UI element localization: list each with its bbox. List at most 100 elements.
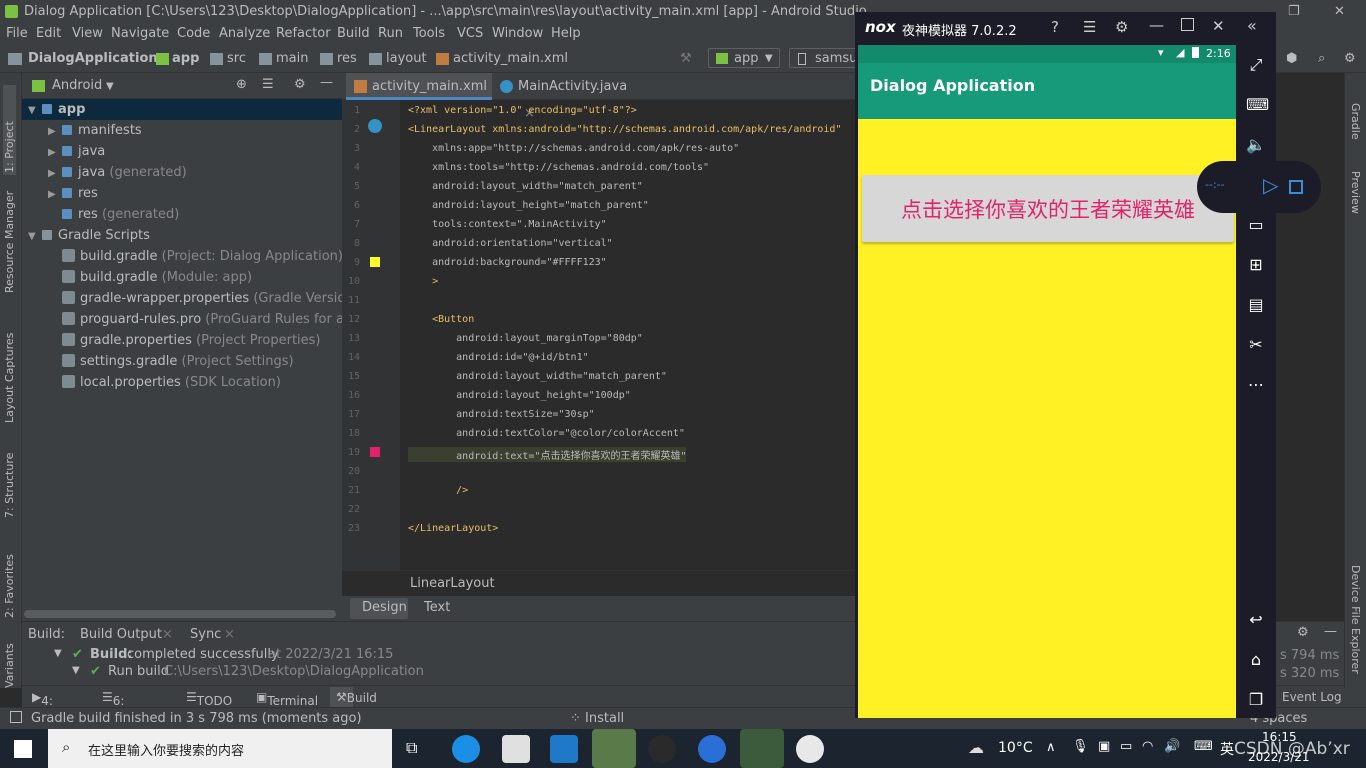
run-tool[interactable]: ▶ 4: Run (32, 690, 64, 722)
code-line[interactable]: android:id="@+id/btn1" (408, 352, 588, 363)
code-line[interactable]: android:textColor="@color/colorAccent" (408, 428, 685, 439)
tree-item[interactable]: settings.gradle (Project Settings) (22, 351, 342, 372)
menu-build[interactable]: Build (337, 26, 370, 41)
hammer-icon[interactable]: ⚒ (680, 51, 692, 66)
tool-structure[interactable]: 7: Structure (3, 438, 16, 518)
tree-item[interactable]: ▼ Gradle Scripts (22, 225, 342, 246)
collapse-icon[interactable]: ☰ (262, 77, 274, 92)
menu-code[interactable]: Code (177, 26, 210, 41)
menu-run[interactable]: Run (378, 26, 403, 41)
nav-crumb-app[interactable]: app (172, 51, 199, 66)
more-icon[interactable]: ⋯ (1246, 375, 1266, 395)
collapse-sidebar-icon[interactable]: « (1247, 16, 1257, 35)
project-view-select[interactable]: Android (52, 78, 102, 93)
maximize-icon[interactable] (1181, 18, 1194, 31)
tool-resource-manager[interactable]: Resource Manager (3, 173, 16, 293)
code-line[interactable]: android:layout_height="match_parent" (408, 200, 649, 211)
tab-main-activity[interactable]: MainActivity.java × (492, 73, 632, 121)
keyboard-icon[interactable]: ⌨ (1194, 739, 1213, 754)
code-line[interactable]: android:textSize="30sp" (408, 409, 594, 420)
chevron-right-icon[interactable]: ▶ (48, 142, 62, 163)
tree-item[interactable]: ▼ app (22, 99, 342, 120)
screen-icon[interactable]: ▭ (1246, 215, 1266, 235)
close-icon[interactable]: ✕ (1212, 17, 1225, 35)
code-area[interactable]: <?xml version="1.0" encoding="utf-8"?> <L… (400, 100, 856, 570)
chevron-down-icon[interactable]: ▼ (28, 100, 42, 121)
tool-gradle[interactable]: Gradle (1349, 103, 1362, 140)
sync-tab[interactable]: Sync (190, 627, 221, 642)
speaker-icon[interactable]: 🔊 (1164, 739, 1180, 754)
menu-tools[interactable]: Tools (413, 26, 445, 41)
help-icon[interactable]: ? (1051, 18, 1059, 36)
keyboard-icon[interactable]: ⌨ (1246, 95, 1269, 115)
color-swatch-accent[interactable] (370, 447, 380, 457)
chevron-down-icon[interactable]: ▼ (106, 81, 114, 92)
terminal-tool[interactable]: ▣ Terminal (256, 690, 318, 708)
menu-navigate[interactable]: Navigate (111, 26, 169, 41)
play-icon[interactable]: ▷ (1263, 173, 1278, 197)
menu-window[interactable]: Window (492, 26, 543, 41)
code-line[interactable]: </LinearLayout> (408, 523, 498, 534)
code-line[interactable]: android:layout_height="100dp" (408, 390, 631, 401)
code-line[interactable]: android:orientation="vertical" (408, 238, 613, 249)
tree-item[interactable]: ▶ java (generated) (22, 162, 342, 183)
back-icon[interactable]: ↩ (1246, 610, 1266, 630)
code-line[interactable]: <?xml version="1.0" encoding="utf-8"?> (408, 105, 637, 116)
menu-vcs[interactable]: VCS (457, 26, 483, 41)
tree-item[interactable]: gradle.properties (Project Properties) (22, 330, 342, 351)
home-icon[interactable]: ⌂ (1246, 650, 1266, 670)
macro-record-icon[interactable]: --:-- (1205, 178, 1225, 191)
tree-item[interactable]: build.gradle (Module: app) (22, 267, 342, 288)
recent-apps-icon[interactable]: ❐ (1246, 690, 1266, 710)
nox-taskbar-icon[interactable] (648, 735, 676, 763)
sdk-manager-icon[interactable]: ⬢ (1286, 51, 1297, 66)
fullscreen-icon[interactable]: ⤢ (1246, 55, 1266, 75)
taskbar-search[interactable]: ⌕ 在这里输入你要搜索的内容 (48, 729, 392, 768)
menu-icon[interactable]: ☰ (1083, 18, 1096, 36)
nav-crumb-file[interactable]: activity_main.xml (453, 51, 568, 66)
tab-design[interactable]: Design (362, 600, 407, 615)
nav-crumb-main[interactable]: main (276, 51, 308, 66)
locate-icon[interactable]: ⊕ (236, 77, 247, 92)
gear-icon[interactable]: ⚙ (1297, 625, 1309, 640)
code-line[interactable]: android:layout_width="match_parent" (408, 371, 667, 382)
wifi-icon[interactable]: ◠ (1142, 739, 1153, 754)
ime-indicator[interactable]: 英 (1220, 739, 1234, 759)
chevron-right-icon[interactable]: ▶ (48, 163, 62, 184)
breadcrumb-linearlayout[interactable]: LinearLayout (410, 576, 495, 591)
code-line[interactable]: xmlns:tools="http://schemas.android.com/… (408, 162, 709, 173)
edge-icon[interactable] (452, 735, 480, 763)
ev-recorder-icon[interactable] (796, 735, 824, 763)
stop-icon[interactable] (1289, 180, 1303, 194)
build-output-tab[interactable]: Build Output (80, 627, 162, 642)
tray-expand-icon[interactable]: ∧ (1046, 740, 1056, 755)
tool-device-file-explorer[interactable]: Device File Explorer (1349, 565, 1362, 674)
activity-link-icon[interactable] (368, 119, 382, 133)
task-view-icon[interactable]: ⧉ (406, 738, 417, 758)
choose-hero-button[interactable]: 点击选择你喜欢的王者荣耀英雄 (862, 175, 1234, 242)
expand-arrow-icon[interactable]: ▼ (54, 648, 62, 659)
menu-edit[interactable]: Edit (36, 26, 61, 41)
chevron-right-icon[interactable]: ▶ (48, 121, 62, 142)
multi-instance-icon[interactable]: ▤ (1246, 295, 1266, 315)
tree-item[interactable]: build.gradle (Project: Dialog Applicatio… (22, 246, 343, 267)
nav-crumb-src[interactable]: src (227, 51, 246, 66)
expand-arrow-icon[interactable]: ▼ (72, 665, 80, 676)
code-line[interactable]: xmlns:app="http://schemas.android.com/ap… (408, 143, 739, 154)
kuwo-icon[interactable] (698, 735, 726, 763)
nav-crumb-layout[interactable]: layout (386, 51, 427, 66)
code-line[interactable]: <Button (408, 314, 474, 325)
tree-item[interactable]: proguard-rules.pro (ProGuard Rules for a… (22, 309, 366, 330)
code-line[interactable]: <LinearLayout xmlns:android="http://sche… (408, 124, 841, 135)
menu-refactor[interactable]: Refactor (276, 26, 331, 41)
mail-icon[interactable] (550, 735, 578, 763)
code-line[interactable]: tools:context=".MainActivity" (408, 219, 607, 230)
hide-icon[interactable]: — (320, 75, 333, 90)
tool-layout-captures[interactable]: Layout Captures (3, 313, 16, 423)
settings-icon[interactable]: ⚙ (1344, 51, 1356, 66)
hide-icon[interactable]: — (1324, 624, 1337, 639)
menu-help[interactable]: Help (551, 26, 581, 41)
search-icon[interactable]: ⌕ (1318, 51, 1325, 66)
nav-crumb-project[interactable]: DialogApplication (28, 51, 158, 66)
code-line[interactable]: /> (408, 485, 468, 496)
